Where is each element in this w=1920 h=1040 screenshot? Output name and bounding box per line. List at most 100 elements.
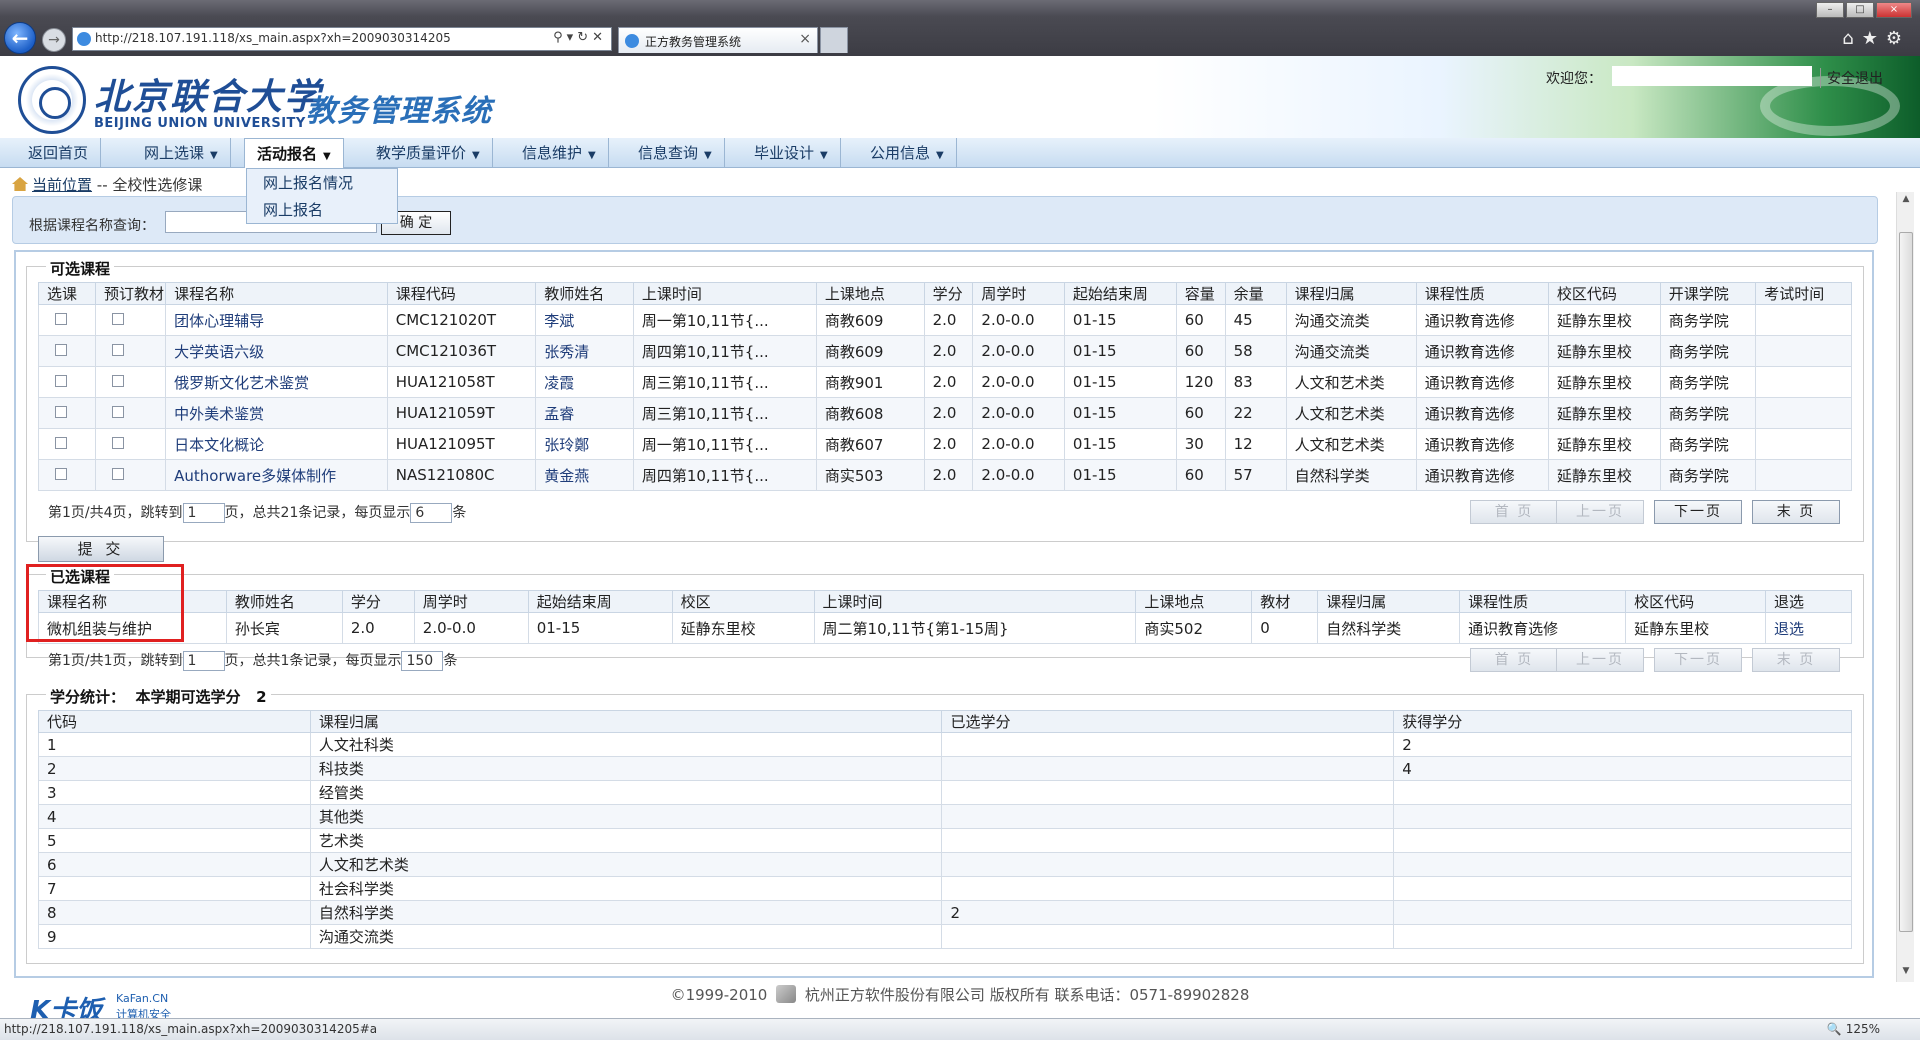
back-button[interactable]: ← [4, 22, 36, 54]
zoom-level[interactable]: 🔍 125% [1827, 1022, 1880, 1036]
campus-code: 延静东里校 [1625, 612, 1766, 644]
address-controls[interactable]: ⚲▾↻✕ [553, 30, 607, 45]
campus-code: 延静东里校 [1547, 335, 1661, 367]
forward-button[interactable]: → [42, 28, 66, 52]
available-courses-legend: 可选课程 [46, 258, 115, 279]
next-page-button[interactable]: 下一页 [1654, 500, 1742, 524]
withdraw-link[interactable]: 退选 [1765, 612, 1852, 644]
select-course-checkbox[interactable] [55, 406, 67, 418]
earned-credits [1393, 924, 1852, 949]
col-header: 起始结束周 [527, 590, 673, 613]
nav-home[interactable]: 返回首页 [16, 138, 102, 168]
scroll-down-icon[interactable]: ▼ [1899, 966, 1913, 980]
nav-info-maintenance[interactable]: 信息维护 ▼ [510, 138, 609, 168]
page-scrollbar[interactable]: ▲ ▼ [1896, 192, 1914, 982]
nav-graduation-design[interactable]: 毕业设计 ▼ [742, 138, 841, 168]
remaining: 45 [1224, 304, 1287, 336]
pager-middle: 页，总共21条记录，每页显示 [224, 505, 411, 521]
scrollbar-thumb[interactable] [1899, 232, 1913, 932]
order-textbook-cell [94, 459, 167, 491]
credits-summary-value: 2 [256, 688, 267, 706]
campus-code: 延静东里校 [1547, 428, 1661, 460]
order-textbook-checkbox[interactable] [111, 375, 124, 387]
last-page-button[interactable]: 末 页 [1752, 500, 1840, 524]
last-page-button[interactable]: 末 页 [1752, 648, 1840, 672]
first-page-button[interactable]: 首 页 [1470, 500, 1558, 524]
select-course-checkbox[interactable] [55, 437, 67, 449]
footer-company: 杭州正方软件股份有限公司 版权所有 联系电话：0571-89902828 [804, 986, 1250, 1004]
order-textbook-checkbox[interactable] [111, 468, 124, 480]
nav-course-selection[interactable]: 网上选课 ▼ [132, 138, 231, 168]
teacher-name-link[interactable]: 李斌 [535, 304, 634, 336]
submit-button[interactable]: 提 交 [38, 536, 164, 562]
order-textbook-checkbox[interactable] [111, 313, 124, 325]
search-label: 根据课程名称查询： [29, 218, 155, 234]
nav-public-info[interactable]: 公用信息 ▼ [858, 138, 957, 168]
category-code: 5 [38, 828, 311, 853]
teacher-name-link[interactable]: 张玲鄭 [535, 428, 634, 460]
course-name-link[interactable]: 俄罗斯文化艺术鉴赏 [165, 366, 388, 398]
table-row: 1 人文社科类 2 [38, 732, 1852, 757]
activity-signup-dropdown: 网上报名情况 网上报名 [246, 168, 398, 224]
class-location: 商教608 [815, 397, 925, 429]
teacher-name-link[interactable]: 张秀清 [535, 335, 634, 367]
per-page-input[interactable]: 6 [410, 503, 453, 523]
close-window-button[interactable]: × [1876, 2, 1912, 18]
chevron-down-icon: ▼ [820, 150, 828, 161]
course-name-link[interactable]: 大学英语六级 [165, 335, 388, 367]
minimize-button[interactable]: – [1816, 2, 1844, 18]
browser-tab[interactable]: 正方教务管理系统 × [618, 27, 818, 53]
prev-page-button[interactable]: 上一页 [1556, 648, 1644, 672]
nav-teaching-evaluation[interactable]: 教学质量评价 ▼ [364, 138, 493, 168]
teacher-name-link[interactable]: 黄金燕 [535, 459, 634, 491]
nav-info-query[interactable]: 信息查询 ▼ [626, 138, 725, 168]
scroll-up-icon[interactable]: ▲ [1899, 194, 1913, 208]
teacher-name-link[interactable]: 凌霞 [535, 366, 634, 398]
weekly-hours: 2.0-0.0 [972, 459, 1065, 491]
course-name-link[interactable]: 日本文化概论 [165, 428, 388, 460]
logout-link[interactable]: 安全退出 [1820, 68, 1883, 88]
credits-legend: 学分统计： 本学期可选学分 2 [46, 686, 271, 707]
first-page-button[interactable]: 首 页 [1470, 648, 1558, 672]
home-icon[interactable]: ⌂ [1842, 28, 1861, 49]
nav-activity-signup[interactable]: 活动报名 ▼ [244, 138, 344, 168]
start-end-week: 01-15 [1063, 459, 1177, 491]
course-name-link[interactable]: 团体心理辅导 [165, 304, 388, 336]
col-header: 周学时 [972, 282, 1065, 305]
favorites-star-icon[interactable]: ★ [1862, 28, 1886, 49]
maximize-button[interactable]: □ [1846, 2, 1874, 18]
capacity: 30 [1175, 428, 1226, 460]
teacher-name-link[interactable]: 孟睿 [535, 397, 634, 429]
breadcrumb-location[interactable]: 当前位置 [32, 176, 92, 194]
select-course-checkbox[interactable] [55, 375, 67, 387]
dropdown-item-signup-status[interactable]: 网上报名情况 [247, 171, 397, 196]
course-name-link[interactable]: Authorware多媒体制作 [165, 459, 388, 491]
next-page-button[interactable]: 下一页 [1654, 648, 1742, 672]
page-jump-input[interactable]: 1 [182, 651, 225, 671]
university-name-en: BEIJING UNION UNIVERSITY [94, 116, 306, 131]
select-course-checkbox[interactable] [55, 313, 67, 325]
order-textbook-checkbox[interactable] [111, 437, 124, 449]
earned-credits [1393, 852, 1852, 877]
per-page-input[interactable]: 150 [401, 651, 444, 671]
table-header-row: 课程名称 教师姓名 学分 周学时 起始结束周 校区 上课时间 上课地点 教材 课… [38, 590, 1852, 613]
course-name-link[interactable]: 中外美术鉴赏 [165, 397, 388, 429]
course-category: 人文和艺术类 [1285, 428, 1417, 460]
address-bar[interactable]: http://218.107.191.118/xs_main.aspx?xh=2… [72, 27, 612, 51]
page-jump-input[interactable]: 1 [182, 503, 225, 523]
select-course-checkbox[interactable] [55, 468, 67, 480]
dropdown-item-signup[interactable]: 网上报名 [247, 198, 397, 223]
category-code: 3 [38, 780, 311, 805]
chevron-down-icon: ▼ [210, 150, 218, 161]
order-textbook-checkbox[interactable] [111, 406, 124, 418]
select-course-checkbox[interactable] [55, 344, 67, 356]
course-code: HUA121058T [386, 366, 537, 398]
prev-page-button[interactable]: 上一页 [1556, 500, 1644, 524]
earned-credits: 2 [1393, 732, 1852, 757]
order-textbook-checkbox[interactable] [111, 344, 124, 356]
new-tab-button[interactable] [820, 27, 848, 53]
tab-close-icon[interactable]: × [799, 31, 811, 47]
gear-icon[interactable]: ⚙ [1886, 28, 1910, 49]
campus: 延静东里校 [671, 612, 815, 644]
browser-toolbar-icons[interactable]: ⌂★⚙ [1842, 28, 1910, 49]
